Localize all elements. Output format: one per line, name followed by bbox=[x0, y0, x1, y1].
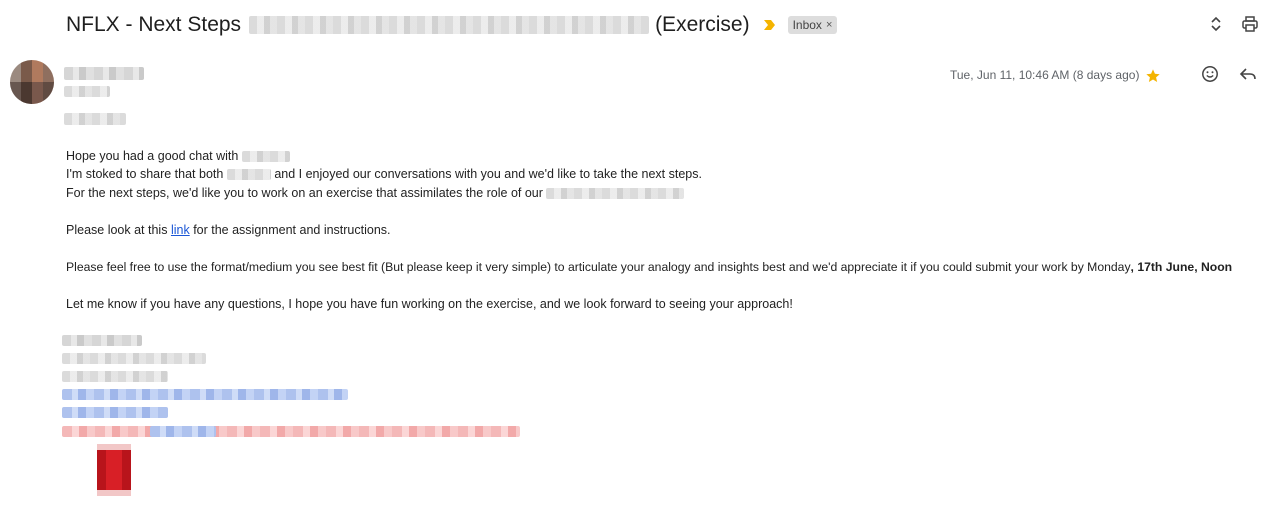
body-line-next-steps: For the next steps, we'd like you to wor… bbox=[66, 184, 685, 202]
emoji-react-icon[interactable] bbox=[1200, 64, 1220, 84]
redacted-name bbox=[226, 169, 271, 181]
redacted-subject-text bbox=[249, 16, 650, 34]
important-marker-icon[interactable] bbox=[763, 18, 777, 32]
redacted-name bbox=[241, 151, 290, 163]
closing-text: Let me know if you have any questions, I… bbox=[66, 297, 793, 311]
company-logo bbox=[97, 444, 131, 496]
redacted-sender-name[interactable] bbox=[64, 67, 144, 80]
star-icon[interactable] bbox=[1143, 66, 1163, 86]
sender-avatar[interactable] bbox=[10, 60, 54, 104]
subject-prefix: NFLX - Next Steps bbox=[66, 13, 242, 36]
stoked-text-end: and I enjoyed our conversations with you… bbox=[274, 167, 702, 181]
redacted-role bbox=[546, 188, 685, 200]
redacted-signature-phone bbox=[62, 371, 168, 382]
print-icon[interactable] bbox=[1240, 14, 1260, 34]
link-text-start: Please look at this bbox=[66, 223, 168, 237]
stoked-text-start: I'm stoked to share that both bbox=[66, 167, 224, 181]
redacted-signature-disclaimer-link[interactable] bbox=[150, 426, 216, 437]
body-line-stoked: I'm stoked to share that both and I enjo… bbox=[66, 165, 702, 183]
body-line-link: Please look at this link for the assignm… bbox=[66, 221, 391, 239]
assignment-link[interactable]: link bbox=[171, 223, 190, 237]
redacted-signature-name bbox=[62, 335, 142, 346]
greeting-text: Hope you had a good chat with bbox=[66, 149, 239, 163]
redacted-signature-link[interactable] bbox=[62, 389, 348, 400]
remove-label-icon[interactable]: × bbox=[826, 19, 832, 31]
deadline-text: , 17th June, Noon bbox=[1130, 260, 1233, 274]
redacted-recipient bbox=[64, 113, 126, 125]
inbox-label-text: Inbox bbox=[792, 18, 822, 32]
next-steps-text: For the next steps, we'd like you to wor… bbox=[66, 186, 543, 200]
body-line-closing: Let me know if you have any questions, I… bbox=[66, 295, 793, 313]
link-text-end: for the assignment and instructions. bbox=[193, 223, 391, 237]
redacted-sender-email bbox=[64, 86, 110, 97]
format-text: Please feel free to use the format/mediu… bbox=[66, 260, 1131, 274]
message-timestamp: Tue, Jun 11, 10:46 AM (8 days ago) bbox=[950, 68, 1140, 82]
expand-collapse-icon[interactable] bbox=[1206, 14, 1226, 34]
body-line-greeting: Hope you had a good chat with bbox=[66, 147, 290, 165]
redacted-signature-email[interactable] bbox=[62, 407, 168, 418]
redacted-signature-disclaimer bbox=[62, 426, 520, 437]
body-line-format: Please feel free to use the format/mediu… bbox=[66, 258, 1232, 276]
inbox-label-chip[interactable]: Inbox × bbox=[787, 16, 838, 34]
reply-icon[interactable] bbox=[1238, 64, 1258, 84]
redacted-signature-title bbox=[62, 353, 206, 364]
subject-suffix: (Exercise) bbox=[655, 13, 750, 36]
subject-row: NFLX - Next Steps (Exercise) Inbox × bbox=[66, 10, 838, 40]
